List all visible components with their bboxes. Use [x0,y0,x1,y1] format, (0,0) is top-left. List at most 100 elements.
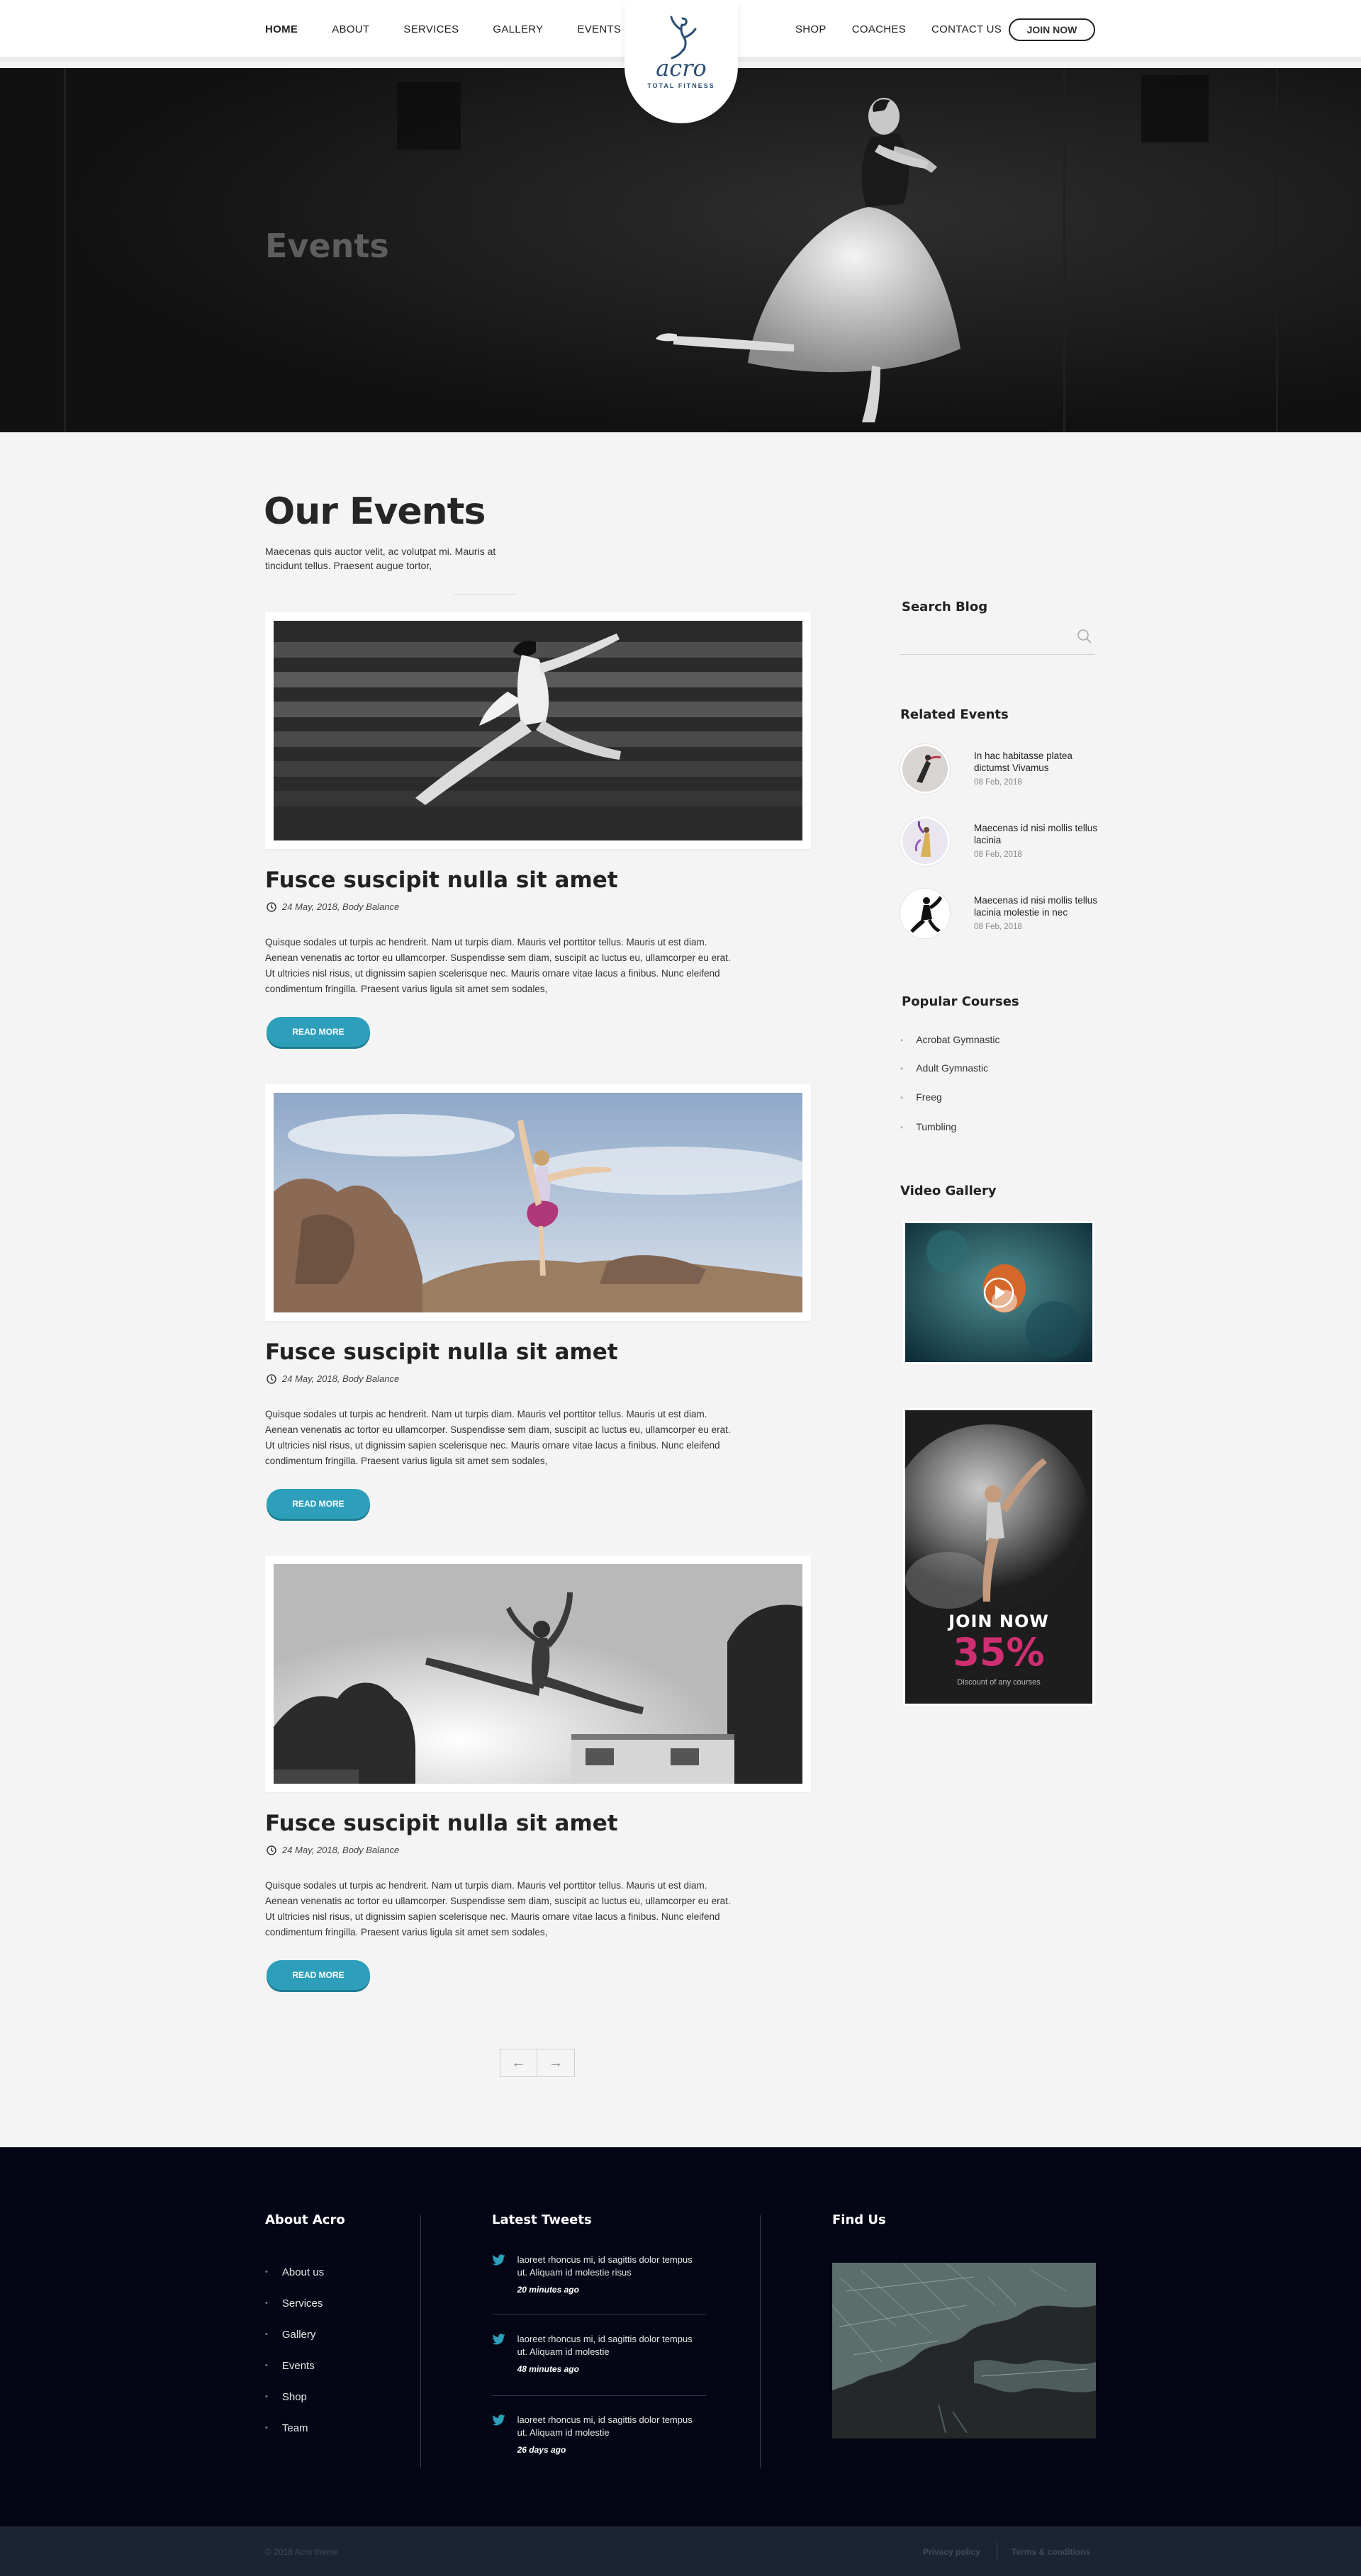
related-event-date: 08 Feb, 2018 [974,850,1022,859]
related-event-thumbnail[interactable] [900,889,950,938]
nav-home[interactable]: HOME [265,23,298,35]
nav-gallery[interactable]: GALLERY [493,23,543,35]
promo-title: JOIN NOW [948,1612,1049,1631]
previous-page-button[interactable]: ← [500,2049,537,2077]
tweet-text: laoreet rhoncus mi, id sagittis dolor te… [517,2254,693,2278]
event-title[interactable]: Fusce suscipit nulla sit amet [265,867,811,893]
find-us-heading: Find Us [832,2212,886,2227]
search-blog-heading: Search Blog [902,600,988,614]
tweet-time[interactable]: 20 minutes ago [517,2283,705,2296]
promo-inner: JOIN NOW 35% Discount of any courses [905,1410,1092,1704]
related-event-item[interactable]: Maecenas id nisi mollis tellus lacinia 0… [900,816,1106,866]
read-more-button[interactable]: READ MORE [267,1489,370,1519]
latest-tweets-heading: Latest Tweets [492,2212,592,2227]
nav-about[interactable]: ABOUT [332,23,369,35]
related-event-title[interactable]: In hac habitasse platea dictumst Vivamus [974,750,1106,774]
related-event-date: 08 Feb, 2018 [974,778,1022,787]
related-events-heading: Related Events [900,707,1009,722]
footer-link-shop[interactable]: Shop [265,2391,307,2403]
dancer-leap-image [274,621,802,840]
clock-icon [267,901,276,912]
main-nav-left: HOME ABOUT SERVICES GALLERY EVENTS [265,23,621,35]
event-card: Fusce suscipit nulla sit amet 24 May, 20… [265,1556,811,1990]
dancer-rocks-image [274,1093,802,1312]
video-thumbnail[interactable] [903,1221,1094,1364]
promo-banner[interactable]: JOIN NOW 35% Discount of any courses [903,1408,1094,1706]
event-card: Fusce suscipit nulla sit amet 24 May, 20… [265,612,811,1047]
dancer-split-jump-image [274,1564,802,1784]
event-image-frame[interactable] [265,1084,811,1321]
promo-discount: 35% [953,1630,1045,1675]
event-date: 24 May, 2018, Body Balance [282,1845,400,1855]
event-image-frame[interactable] [265,612,811,849]
course-link[interactable]: Adult Gymnastic [900,1062,988,1074]
twitter-icon[interactable] [492,2254,506,2266]
search-input[interactable] [900,624,1095,655]
course-link[interactable]: Acrobat Gymnastic [900,1034,999,1045]
hero-title: Events [265,227,389,265]
event-date: 24 May, 2018, Body Balance [282,1373,400,1384]
nav-shop[interactable]: SHOP [795,23,827,35]
event-meta: 24 May, 2018, Body Balance [265,901,811,912]
gymnast-thumb-image [902,819,948,864]
footer-link-events[interactable]: Events [265,2360,315,2372]
join-now-button[interactable]: JOIN NOW [1009,18,1095,41]
clock-icon [267,1373,276,1384]
map-image [832,2263,1096,2439]
event-date: 24 May, 2018, Body Balance [282,901,400,912]
divider [492,2395,706,2396]
read-more-button[interactable]: READ MORE [267,1017,370,1047]
related-event-title[interactable]: Maecenas id nisi mollis tellus lacinia [974,822,1106,846]
next-page-button[interactable]: → [537,2049,575,2077]
footer: About Acro About us Services Gallery Eve… [0,2147,1361,2526]
terms-link[interactable]: Terms & conditions [1012,2547,1090,2557]
course-link[interactable]: Freeg [900,1091,942,1103]
page-title: Our Events [264,490,486,533]
tweet-time[interactable]: 26 days ago [517,2443,705,2456]
search-icon[interactable] [1076,628,1093,645]
read-more-button[interactable]: READ MORE [267,1960,370,1990]
divider [420,2215,421,2468]
logo-wordmark: acro [656,55,707,81]
twitter-icon[interactable] [492,2414,506,2426]
tweet-item: laoreet rhoncus mi, id sagittis dolor te… [492,2254,705,2296]
location-map[interactable] [832,2263,1096,2439]
privacy-policy-link[interactable]: Privacy policy [923,2547,980,2557]
related-event-thumbnail[interactable] [900,744,950,794]
event-excerpt: Quisque sodales ut turpis ac hendrerit. … [265,1409,731,1466]
footer-link-about[interactable]: About us [265,2266,324,2278]
tweet-time[interactable]: 48 minutes ago [517,2363,705,2375]
tweet-item: laoreet rhoncus mi, id sagittis dolor te… [492,2333,705,2375]
about-heading: About Acro [265,2212,345,2227]
nav-services[interactable]: SERVICES [403,23,459,35]
site-logo[interactable]: acro TOTAL FITNESS [625,0,738,123]
event-card: Fusce suscipit nulla sit amet 24 May, 20… [265,1084,811,1519]
divider [492,2314,706,2315]
tweet-text: laoreet rhoncus mi, id sagittis dolor te… [517,2334,693,2357]
popular-courses-heading: Popular Courses [902,994,1019,1009]
event-title[interactable]: Fusce suscipit nulla sit amet [265,1339,811,1365]
nav-coaches[interactable]: COACHES [852,23,906,35]
promo-subtitle: Discount of any courses [957,1678,1041,1687]
event-image-frame[interactable] [265,1556,811,1792]
footer-link-services[interactable]: Services [265,2297,323,2310]
footer-link-team[interactable]: Team [265,2422,308,2434]
event-title[interactable]: Fusce suscipit nulla sit amet [265,1811,811,1836]
related-event-item[interactable]: In hac habitasse platea dictumst Vivamus… [900,744,1106,794]
related-event-title[interactable]: Maecenas id nisi mollis tellus lacinia m… [974,894,1106,918]
course-link[interactable]: Tumbling [900,1121,956,1132]
related-event-date: 08 Feb, 2018 [974,923,1022,931]
clock-icon [267,1845,276,1855]
video-gallery-heading: Video Gallery [900,1183,997,1198]
copyright-text: © 2018 Acro theme [265,2547,338,2557]
tweet-item: laoreet rhoncus mi, id sagittis dolor te… [492,2414,705,2456]
pagination: ← → [500,2049,575,2077]
related-event-item[interactable]: Maecenas id nisi mollis tellus lacinia m… [900,889,1106,938]
divider [760,2215,761,2468]
footer-link-gallery[interactable]: Gallery [265,2329,316,2341]
twitter-icon[interactable] [492,2333,506,2346]
nav-contact-us[interactable]: CONTACT US [931,23,1002,35]
related-event-thumbnail[interactable] [900,816,950,866]
dancer-silhouette-thumb-image [902,891,948,936]
nav-events[interactable]: EVENTS [577,23,621,35]
